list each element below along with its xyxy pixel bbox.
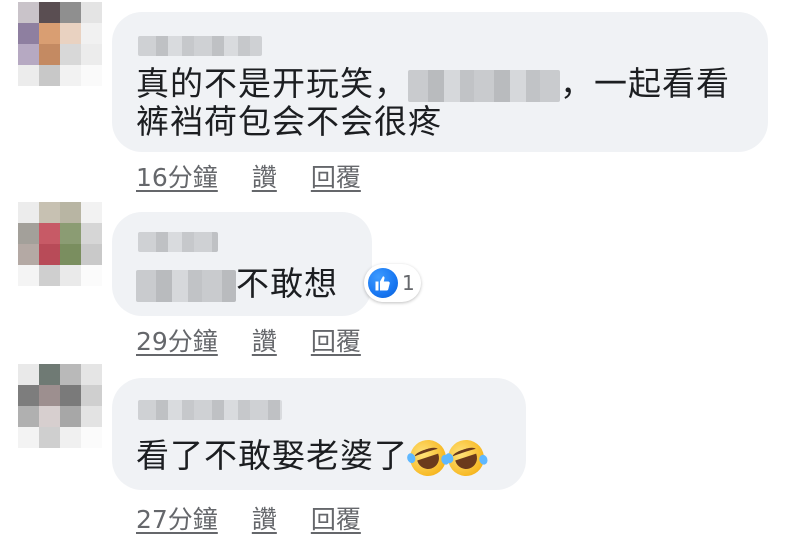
comment-text-part: ，一起看看 [560,64,730,103]
like-link[interactable]: 讚 [252,322,277,358]
like-link[interactable]: 讚 [252,500,277,536]
rolling-on-floor-laughing-icon [405,434,451,481]
comment-bubble: 看了不敢娶老婆了 [112,378,526,490]
avatar[interactable] [18,2,102,86]
comment-text: 不敢想 [136,261,338,307]
redacted-mention[interactable] [136,269,236,302]
comment-actions: 16分鐘 讚 回覆 [136,158,361,194]
comment-bubble: 不敢想 [112,212,372,316]
comment-actions: 29分鐘 讚 回覆 [136,322,361,358]
timestamp-link[interactable]: 27分鐘 [136,500,218,536]
commenter-name[interactable] [138,232,218,252]
rolling-on-floor-laughing-icon [443,434,489,481]
comment-bubble: 真的不是开玩笑， ，一起看看 裤裆荷包会不会很疼 [112,12,768,152]
commenter-name[interactable] [138,36,262,56]
reply-link[interactable]: 回覆 [311,322,361,358]
comment-text-line: 裤裆荷包会不会很疼 [136,102,442,141]
reply-link[interactable]: 回覆 [311,158,361,194]
commenter-name[interactable] [138,400,282,420]
comment-text-part: 看了不敢娶老婆了 [136,436,408,475]
reaction-summary[interactable]: 1 [364,264,421,302]
comment-text-part: 真的不是开玩笑， [136,64,408,103]
comment-text: 看了不敢娶老婆了 [136,433,489,481]
like-reaction-icon [368,268,398,298]
reply-link[interactable]: 回覆 [311,500,361,536]
timestamp-link[interactable]: 29分鐘 [136,322,218,358]
avatar[interactable] [18,202,102,286]
like-link[interactable]: 讚 [252,158,277,194]
redacted-mention[interactable] [408,69,560,102]
timestamp-link[interactable]: 16分鐘 [136,158,218,194]
comment-actions: 27分鐘 讚 回覆 [136,500,361,536]
avatar[interactable] [18,364,102,448]
comment-text-part: 不敢想 [236,264,338,303]
reaction-count: 1 [402,271,415,295]
